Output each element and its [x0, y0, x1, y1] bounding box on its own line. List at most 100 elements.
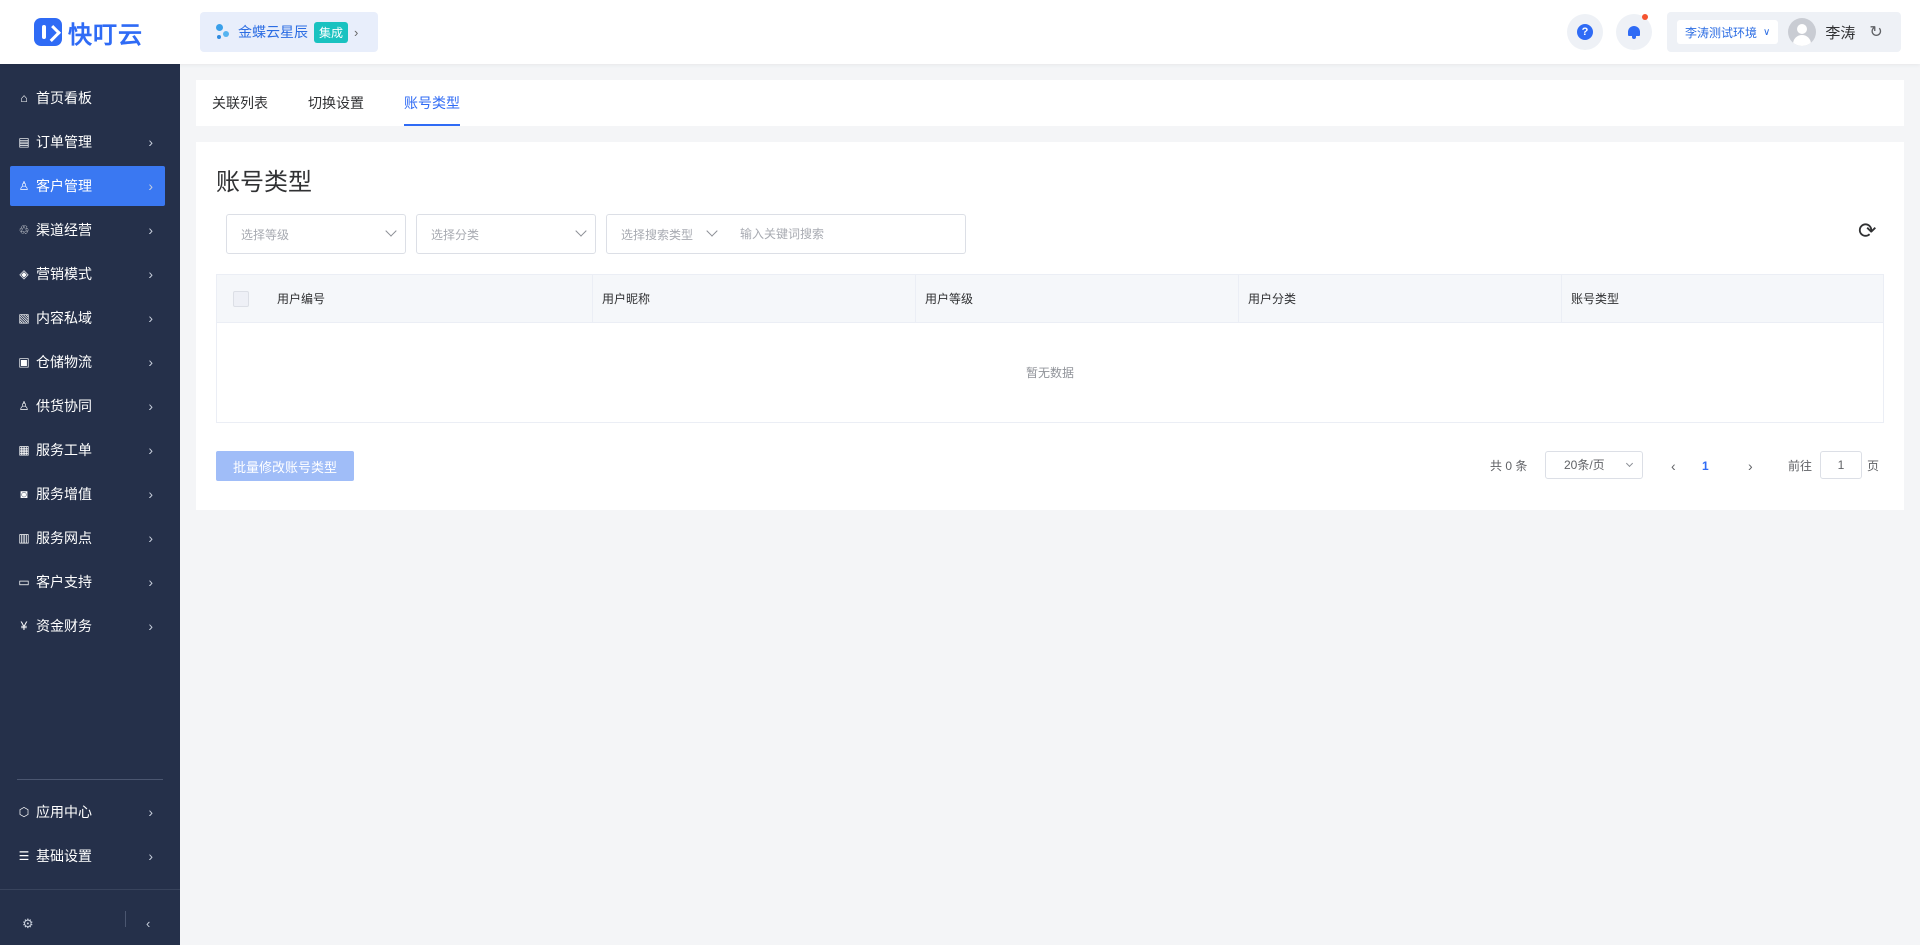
avatar[interactable] [1788, 18, 1817, 46]
sidebar-item-label: 客户支持 [36, 574, 92, 590]
column-divider [915, 275, 916, 323]
category-select[interactable]: 选择分类 [416, 214, 596, 254]
chevron-right-icon: › [148, 134, 153, 150]
chevron-right-icon: › [148, 804, 153, 820]
chevron-right-icon: › [148, 178, 153, 194]
column-header-level: 用户等级 [925, 292, 974, 306]
user-name[interactable]: 李涛 [1825, 22, 1855, 43]
tab-switch-settings[interactable]: 切换设置 [308, 80, 364, 126]
sidebar-item[interactable]: ☰ 基础设置 › [10, 836, 165, 876]
sidebar-divider [17, 779, 163, 780]
sidebar-item[interactable]: ▥ 服务网点 › [10, 518, 165, 558]
sidebar-item-label: 服务工单 [36, 442, 92, 458]
app-dots-icon [214, 22, 232, 42]
app-badge: 集成 [314, 21, 349, 43]
notification-button[interactable] [1616, 14, 1652, 50]
sidebar-item[interactable]: ⌂ 首页看板 [10, 78, 165, 118]
sidebar-item[interactable]: ◙ 服务增值 › [10, 474, 165, 514]
search-type-placeholder: 选择搜索类型 [621, 227, 694, 242]
chevron-down-icon: ∨ [1763, 26, 1771, 38]
goto-suffix: 页 [1867, 459, 1880, 473]
page-size-value: 20条/页 [1564, 458, 1605, 472]
environment-select[interactable]: 李涛测试环境 ∨ [1677, 20, 1779, 44]
column-divider [1238, 275, 1239, 323]
chevron-down-icon [1625, 459, 1634, 468]
cube-icon: ⬡ [18, 805, 30, 819]
help-button[interactable]: ? [1567, 14, 1603, 50]
home-icon: ⌂ [20, 91, 28, 105]
level-select-placeholder: 选择等级 [241, 227, 290, 242]
settings-gear-icon[interactable]: ⚙ [22, 916, 34, 932]
user-area: 李涛测试环境 ∨ 李涛 ↻ [1667, 12, 1901, 52]
tab-association-list[interactable]: 关联列表 [212, 80, 268, 126]
sidebar-item[interactable]: ◈ 营销模式 › [10, 254, 165, 294]
chevron-down-icon [385, 225, 397, 237]
chevron-right-icon: › [148, 574, 153, 590]
select-all-checkbox[interactable] [233, 291, 249, 307]
sidebar-item-label: 应用中心 [36, 804, 92, 820]
sidebar-item-label: 服务网点 [36, 530, 92, 546]
collapse-sidebar-icon[interactable]: ‹ [146, 916, 150, 931]
top-header: 快叮云 金蝶云星辰 集成 › ? 李涛测试环境 ∨ 李涛 ↻ [0, 0, 1920, 64]
sidebar-divider [0, 889, 180, 890]
sidebar-item-label: 资金财务 [36, 618, 92, 634]
sidebar-item[interactable]: ▣ 仓储物流 › [10, 342, 165, 382]
sidebar-item-label: 内容私域 [36, 310, 92, 326]
sidebar-item-label: 订单管理 [36, 134, 92, 150]
sidebar-item-label: 基础设置 [36, 848, 92, 864]
pagination-total: 共 0 条 [1490, 459, 1528, 473]
refresh-icon[interactable]: ↻ [1869, 22, 1882, 42]
page-number-current[interactable]: 1 [1702, 451, 1709, 481]
sidebar-item-label: 供货协同 [36, 398, 92, 414]
tag-icon: ◈ [19, 267, 29, 281]
logo[interactable]: 快叮云 [34, 16, 143, 49]
level-select[interactable]: 选择等级 [226, 214, 406, 254]
help-icon: ? [1577, 24, 1593, 40]
app-switcher[interactable]: 金蝶云星辰 集成 › [200, 12, 378, 52]
search-type-select[interactable]: 选择搜索类型 [606, 214, 727, 254]
column-header-account-type: 账号类型 [1571, 292, 1620, 306]
store-icon: ▥ [18, 531, 30, 545]
sidebar-item[interactable]: ♙ 客户管理 › [10, 166, 165, 206]
chevron-down-icon [575, 225, 587, 237]
batch-edit-account-type-button[interactable]: 批量修改账号类型 [216, 451, 354, 481]
sidebar-item[interactable]: ♲ 渠道经营 › [10, 210, 165, 250]
sidebar-item[interactable]: ▭ 客户支持 › [10, 562, 165, 602]
user-icon: ♙ [18, 179, 30, 193]
keyword-search-input[interactable] [726, 214, 966, 254]
chevron-right-icon: › [148, 354, 153, 370]
sidebar-item[interactable]: ⬡ 应用中心 › [10, 792, 165, 832]
bell-icon [1627, 25, 1641, 39]
logo-icon [34, 18, 62, 46]
goto-page-input[interactable] [1820, 451, 1862, 479]
sidebar-item-label: 首页看板 [36, 90, 92, 106]
sidebar-item-label: 仓储物流 [36, 354, 92, 370]
sidebar-item[interactable]: ¥ 资金财务 › [10, 606, 165, 646]
sidebar-item[interactable]: ▧ 内容私域 › [10, 298, 165, 338]
column-header-nickname: 用户昵称 [602, 292, 651, 306]
page-title: 账号类型 [216, 169, 312, 196]
sidebar-item[interactable]: ♙ 供货协同 › [10, 386, 165, 426]
channel-icon: ♲ [18, 223, 30, 237]
next-page-button[interactable]: › [1748, 451, 1753, 481]
chevron-right-icon: › [148, 266, 153, 282]
chevron-right-icon: › [148, 618, 153, 634]
column-header-category: 用户分类 [1248, 292, 1297, 306]
chevron-right-icon: › [148, 848, 153, 864]
sliders-icon: ☰ [18, 849, 30, 863]
sidebar-item[interactable]: ▤ 订单管理 › [10, 122, 165, 162]
tab-account-type[interactable]: 账号类型 [404, 80, 460, 126]
column-divider [1561, 275, 1562, 323]
chevron-right-icon: › [148, 222, 153, 238]
prev-page-button[interactable]: ‹ [1671, 451, 1676, 481]
sidebar-separator [125, 911, 126, 927]
support-icon: ▭ [18, 575, 30, 589]
page-size-select[interactable]: 20条/页 [1545, 451, 1643, 479]
column-divider [592, 275, 593, 323]
refresh-icon[interactable]: ⟳ [1858, 218, 1876, 244]
data-table: 用户编号 用户昵称 用户等级 用户分类 账号类型 暂无数据 [216, 274, 1884, 423]
logo-text: 快叮云 [68, 21, 143, 49]
content-card: 账号类型 选择等级 选择分类 选择搜索类型 ⟳ 用户编号 用户昵称 用户等级 用… [196, 142, 1904, 510]
sidebar-item[interactable]: ▦ 服务工单 › [10, 430, 165, 470]
chevron-right-icon: › [148, 310, 153, 326]
